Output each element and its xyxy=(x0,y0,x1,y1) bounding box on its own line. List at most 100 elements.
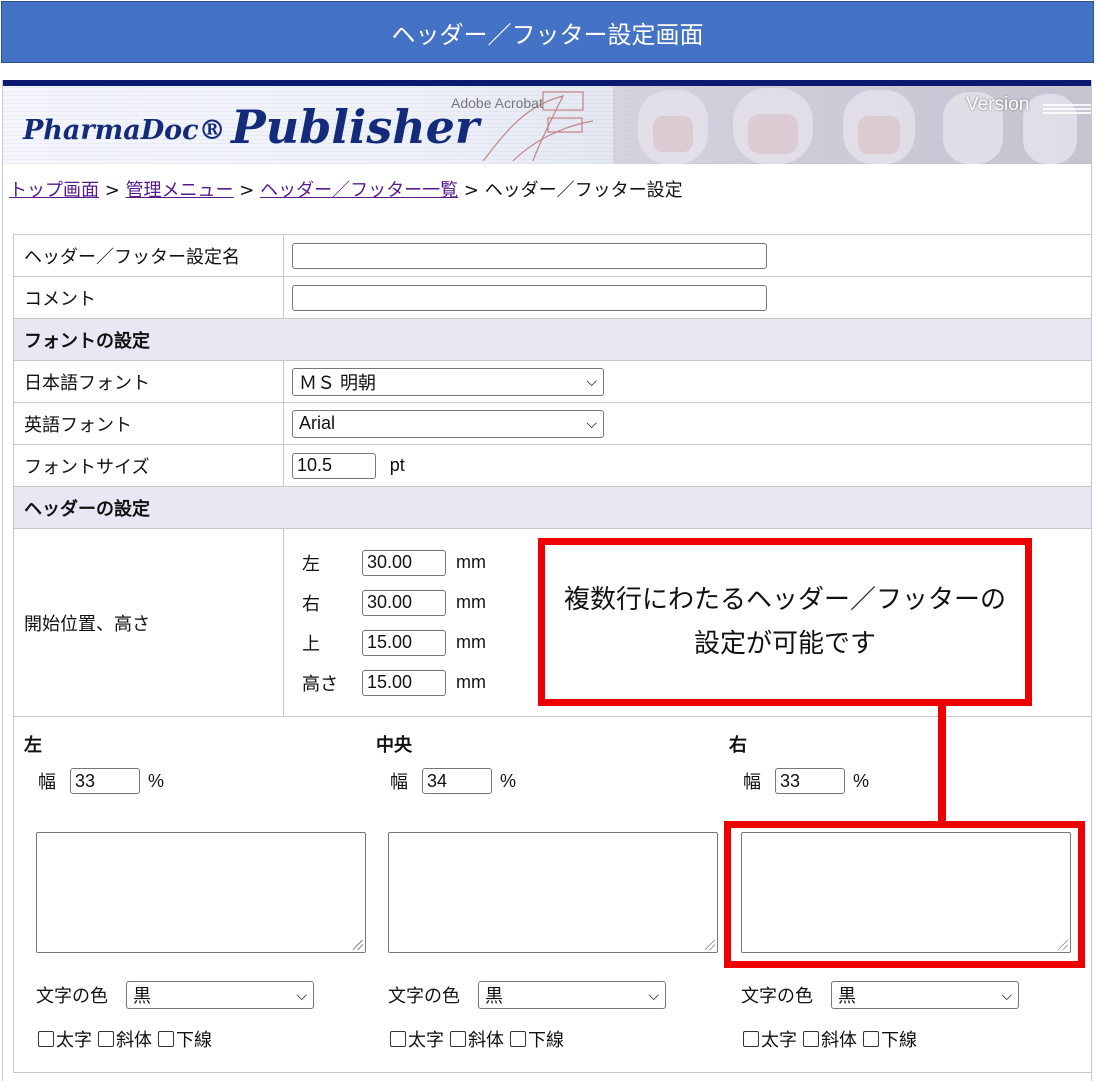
row-comment: コメント xyxy=(13,276,1091,319)
width-unit: % xyxy=(853,770,870,791)
slide-title: ヘッダー／フッター設定画面 xyxy=(1,1,1094,63)
app-banner: Adobe Acrobat PharmaDoc® Publisher Versi… xyxy=(3,80,1091,164)
pos-right-label: 右 xyxy=(302,593,320,615)
underline-checkbox[interactable] xyxy=(158,1031,174,1047)
width-row: 幅 % xyxy=(38,768,164,794)
pos-top-input[interactable] xyxy=(362,629,446,656)
logo-pharmadoc: PharmaDoc xyxy=(23,115,199,146)
width-label: 幅 xyxy=(743,772,761,793)
width-label: 幅 xyxy=(38,772,56,793)
font-size-unit: pt xyxy=(389,455,405,475)
name-input[interactable] xyxy=(292,242,767,269)
pos-height-label: 高さ xyxy=(302,673,338,695)
row-jp-font: 日本語フォント ＭＳ 明朝 ⌵ xyxy=(13,360,1091,403)
color-select[interactable]: 黒 ⌵ xyxy=(126,981,314,1009)
column-heading: 中央 xyxy=(376,735,412,756)
bold-option[interactable]: 太字 xyxy=(36,1026,92,1052)
comment-label: コメント xyxy=(13,276,284,319)
breadcrumb-separator: > xyxy=(104,180,120,201)
en-font-select[interactable]: Arial ⌵ xyxy=(292,409,604,438)
pos-left-unit: mm xyxy=(456,552,486,572)
width-unit: % xyxy=(148,770,165,791)
italic-option[interactable]: 斜体 xyxy=(96,1026,152,1052)
logo-publisher: Publisher xyxy=(231,100,480,154)
column-heading: 左 xyxy=(24,735,42,756)
italic-checkbox[interactable] xyxy=(98,1031,114,1047)
underline-label: 下線 xyxy=(528,1030,564,1051)
resize-grip-icon[interactable] xyxy=(705,940,715,950)
italic-checkbox[interactable] xyxy=(803,1031,819,1047)
bold-label: 太字 xyxy=(408,1030,444,1051)
jp-font-value: ＭＳ 明朝 xyxy=(299,372,377,393)
italic-option[interactable]: 斜体 xyxy=(448,1026,504,1052)
breadcrumb-link-top[interactable]: トップ画面 xyxy=(9,180,99,201)
color-row: 文字の色 黒 ⌵ xyxy=(741,981,1019,1009)
color-label: 文字の色 xyxy=(36,986,108,1007)
pos-height-unit: mm xyxy=(456,672,486,692)
app-logo: PharmaDoc® Publisher xyxy=(23,100,479,154)
font-size-input[interactable] xyxy=(292,452,376,479)
font-section-heading: フォントの設定 xyxy=(13,318,1091,361)
pos-height-input[interactable] xyxy=(362,669,446,696)
version-decoration xyxy=(1043,102,1091,114)
callout-line-2: 設定が可能です xyxy=(693,629,876,659)
style-options: 太字 斜体 下線 xyxy=(36,1026,216,1052)
width-unit: % xyxy=(500,770,517,791)
color-row: 文字の色 黒 ⌵ xyxy=(36,981,314,1009)
italic-option[interactable]: 斜体 xyxy=(801,1026,857,1052)
header-text-area[interactable] xyxy=(388,832,718,953)
row-name: ヘッダー／フッター設定名 xyxy=(13,234,1091,277)
italic-checkbox[interactable] xyxy=(450,1031,466,1047)
column-left: 左 幅 % 文字の色 黒 ⌵ xyxy=(24,717,366,1072)
bold-checkbox[interactable] xyxy=(390,1031,406,1047)
row-font-size: フォントサイズ pt xyxy=(13,444,1091,487)
underline-option[interactable]: 下線 xyxy=(508,1026,564,1052)
pos-top-unit: mm xyxy=(456,632,486,652)
callout-line-1: 複数行にわたるヘッダー／フッターの xyxy=(563,585,1006,615)
pos-right-input[interactable] xyxy=(362,589,446,616)
comment-input[interactable] xyxy=(292,284,767,311)
width-input[interactable] xyxy=(775,768,845,794)
en-font-label: 英語フォント xyxy=(13,402,284,445)
style-options: 太字 斜体 下線 xyxy=(741,1026,921,1052)
bold-checkbox[interactable] xyxy=(38,1031,54,1047)
chevron-down-icon: ⌵ xyxy=(1001,986,1012,1003)
row-en-font: 英語フォント Arial ⌵ xyxy=(13,402,1091,445)
underline-label: 下線 xyxy=(881,1030,917,1051)
underline-checkbox[interactable] xyxy=(863,1031,879,1047)
breadcrumb-separator: > xyxy=(463,180,479,201)
pos-right-unit: mm xyxy=(456,592,486,612)
resize-grip-icon[interactable] xyxy=(353,940,363,950)
pos-left-input[interactable] xyxy=(362,549,446,576)
style-options: 太字 斜体 下線 xyxy=(388,1026,568,1052)
bold-label: 太字 xyxy=(761,1030,797,1051)
position-label: 開始位置、高さ xyxy=(13,528,284,717)
bold-option[interactable]: 太字 xyxy=(741,1026,797,1052)
breadcrumb-link-admin-menu[interactable]: 管理メニュー xyxy=(126,180,234,201)
width-input[interactable] xyxy=(422,768,492,794)
column-center: 中央 幅 % 文字の色 黒 ⌵ xyxy=(376,717,718,1072)
pos-left-label: 左 xyxy=(302,553,320,575)
bold-option[interactable]: 太字 xyxy=(388,1026,444,1052)
underline-checkbox[interactable] xyxy=(510,1031,526,1047)
color-value: 黒 xyxy=(838,986,856,1006)
color-select[interactable]: 黒 ⌵ xyxy=(478,981,666,1009)
chevron-down-icon: ⌵ xyxy=(586,415,597,431)
jp-font-select[interactable]: ＭＳ 明朝 ⌵ xyxy=(292,367,604,396)
jp-font-label: 日本語フォント xyxy=(13,360,284,403)
width-row: 幅 % xyxy=(390,768,516,794)
italic-label: 斜体 xyxy=(468,1030,504,1051)
chevron-down-icon: ⌵ xyxy=(648,986,659,1003)
header-section-heading: ヘッダーの設定 xyxy=(13,486,1091,529)
italic-label: 斜体 xyxy=(116,1030,152,1051)
underline-option[interactable]: 下線 xyxy=(156,1026,212,1052)
header-text-area[interactable] xyxy=(36,832,366,953)
bold-checkbox[interactable] xyxy=(743,1031,759,1047)
color-select[interactable]: 黒 ⌵ xyxy=(831,981,1019,1009)
width-label: 幅 xyxy=(390,772,408,793)
breadcrumb-link-header-footer-list[interactable]: ヘッダー／フッター一覧 xyxy=(260,180,458,201)
underline-option[interactable]: 下線 xyxy=(861,1026,917,1052)
font-size-label: フォントサイズ xyxy=(13,444,284,487)
width-input[interactable] xyxy=(70,768,140,794)
highlight-right-text-area xyxy=(724,821,1085,968)
